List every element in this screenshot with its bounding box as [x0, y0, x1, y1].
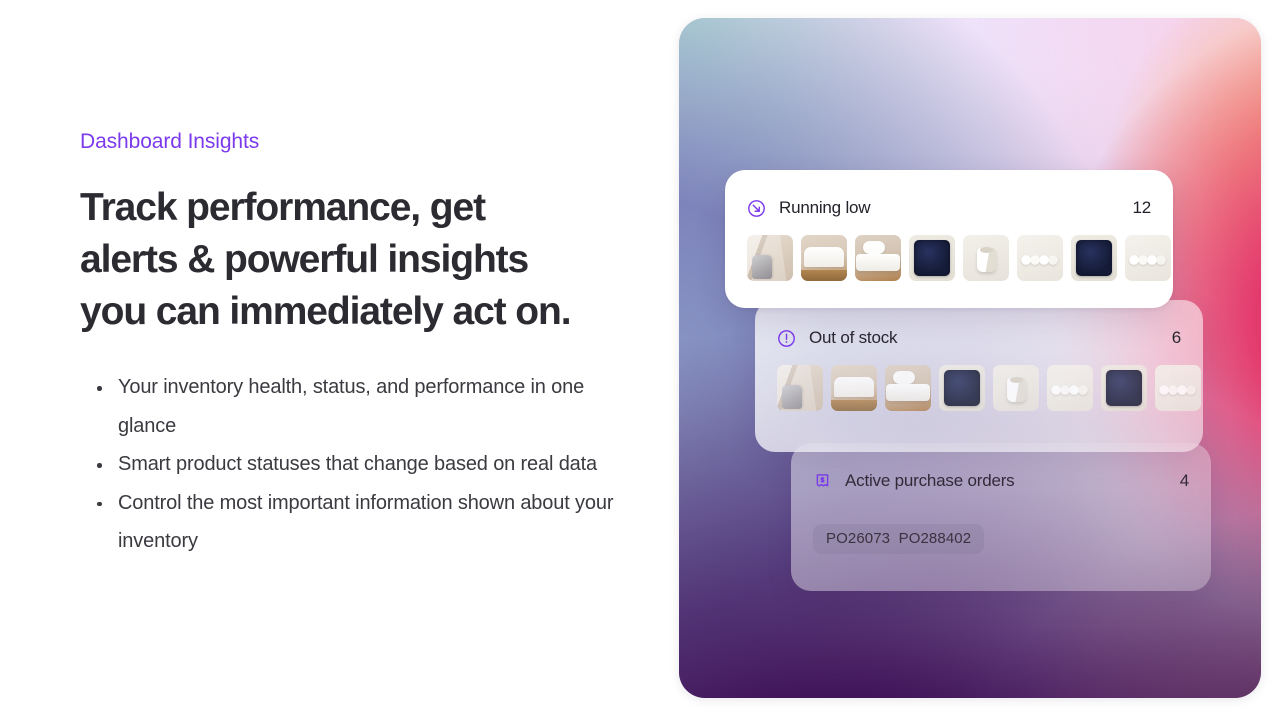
white-candles-thumbnail[interactable] — [1125, 235, 1171, 281]
card-running-low[interactable]: Running low 12 — [725, 170, 1173, 308]
text-column: Dashboard Insights Track performance, ge… — [80, 0, 660, 720]
card-count: 6 — [1171, 328, 1181, 347]
card-title: Running low — [779, 198, 871, 217]
white-bed-pillow-thumbnail[interactable] — [855, 235, 901, 281]
navy-pillow-thumbnail[interactable] — [1071, 235, 1117, 281]
headline-line-1: Track performance, get — [80, 186, 486, 229]
bedroom-scene-thumbnail[interactable] — [777, 365, 823, 411]
thumbnail-strip — [755, 365, 1203, 411]
receipt-dollar-icon — [816, 473, 829, 486]
eyebrow-label: Dashboard Insights — [80, 130, 260, 153]
navy-pillow-thumbnail[interactable] — [939, 365, 985, 411]
white-candles-thumbnail[interactable] — [1155, 365, 1201, 411]
card-header: Active purchase orders 4 — [791, 462, 1211, 500]
white-candles-thumbnail[interactable] — [1017, 235, 1063, 281]
list-item: Your inventory health, status, and perfo… — [80, 368, 620, 445]
white-bed-thumbnail[interactable] — [801, 235, 847, 281]
list-item: Control the most important information s… — [80, 484, 620, 561]
purchase-order-row: PO26073 PO288402 — [791, 524, 1211, 554]
card-out-of-stock[interactable]: Out of stock 6 — [755, 300, 1203, 452]
white-vase-thumbnail[interactable] — [963, 235, 1009, 281]
feature-bullet-list: Your inventory health, status, and perfo… — [80, 368, 620, 561]
page-title: Track performance, get alerts & powerful… — [80, 182, 640, 338]
card-active-purchase-orders[interactable]: Active purchase orders 4 PO26073 PO28840… — [791, 443, 1211, 591]
headline-line-2: alerts & powerful insights — [80, 238, 529, 281]
card-header: Running low 12 — [725, 189, 1173, 227]
white-bed-thumbnail[interactable] — [831, 365, 877, 411]
slide-root: Dashboard Insights Track performance, ge… — [0, 0, 1280, 720]
card-header: Out of stock 6 — [755, 319, 1203, 357]
headline-line-3: you can immediately act on. — [80, 290, 572, 333]
navy-pillow-thumbnail[interactable] — [1101, 365, 1147, 411]
list-item: Smart product statuses that change based… — [80, 445, 620, 484]
card-title: Out of stock — [809, 328, 898, 347]
bedroom-scene-thumbnail[interactable] — [747, 235, 793, 281]
thumbnail-strip — [725, 235, 1173, 281]
white-candles-thumbnail[interactable] — [1047, 365, 1093, 411]
card-count: 12 — [1132, 198, 1151, 217]
arrow-down-right-circle-icon — [748, 199, 765, 217]
alert-circle-icon — [778, 329, 795, 347]
purchase-order-pill[interactable]: PO26073 PO288402 — [813, 524, 985, 554]
visual-panel: Running low 12 Out of stock 6 Active pur… — [679, 18, 1261, 698]
card-count: 4 — [1179, 471, 1189, 490]
navy-pillow-thumbnail[interactable] — [909, 235, 955, 281]
card-title: Active purchase orders — [845, 471, 1015, 490]
white-vase-thumbnail[interactable] — [993, 365, 1039, 411]
white-bed-pillow-thumbnail[interactable] — [885, 365, 931, 411]
